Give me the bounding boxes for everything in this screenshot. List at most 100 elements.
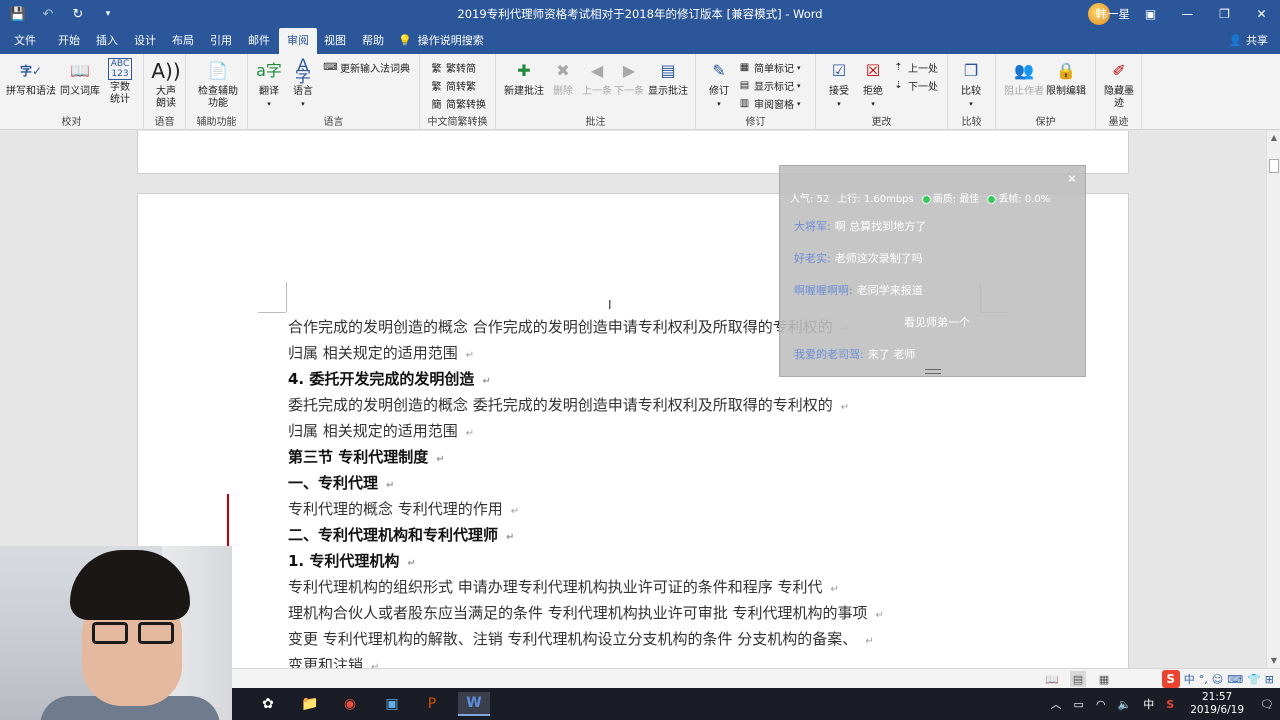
ime-toolbar[interactable]: S 中 °, ☺ ⌨ 👕 ⊞ bbox=[1161, 669, 1280, 689]
block-authors-button[interactable]: 👥 阻止作者 bbox=[1004, 58, 1044, 98]
scroll-up-icon[interactable]: ▲ bbox=[1267, 131, 1280, 145]
ime-indicator[interactable]: 中 bbox=[1143, 696, 1154, 712]
heading[interactable]: 一、专利代理 ↵ bbox=[288, 470, 1008, 496]
track-changes-button[interactable]: ✎ 修订 ▾ bbox=[706, 58, 732, 110]
clock[interactable]: 21:57 2019/6/19 bbox=[1190, 691, 1244, 717]
paragraph[interactable]: 专利代理机构的组织形式 申请办理专利代理机构执业许可证的条件和程序 专利代 ↵ bbox=[288, 574, 1008, 600]
reviewing-pane-button[interactable]: ▥ 审阅窗格 ▾ bbox=[738, 96, 801, 111]
language-icon: A字 bbox=[294, 55, 311, 86]
show-comments-button[interactable]: ▤ 显示批注 bbox=[648, 58, 688, 98]
new-comment-button[interactable]: ✚ 新建批注 bbox=[504, 58, 544, 98]
share-button[interactable]: 👤 共享 bbox=[1229, 28, 1268, 54]
paragraph[interactable]: 专利代理的概念 专利代理的作用 ↵ bbox=[288, 496, 1008, 522]
previous-comment-button[interactable]: ◀ 上一条 bbox=[582, 58, 612, 98]
paragraph[interactable]: 委托完成的发明创造的概念 委托完成的发明创造申请专利权利及所取得的专利权的 ↵ bbox=[288, 392, 1008, 418]
tab-help[interactable]: 帮助 bbox=[354, 28, 392, 54]
spelling-grammar-button[interactable]: 字✓ 拼写和语法 bbox=[6, 58, 56, 98]
tab-insert[interactable]: 插入 bbox=[88, 28, 126, 54]
close-icon[interactable]: ✕ bbox=[1243, 0, 1280, 28]
accept-icon: ☑ bbox=[831, 61, 847, 80]
webcam-feed bbox=[0, 546, 232, 720]
photos-icon[interactable]: ▣ bbox=[376, 692, 408, 716]
translate-button[interactable]: a字 翻译 ▾ bbox=[256, 58, 282, 110]
paragraph-mark: ↵ bbox=[465, 350, 475, 361]
thesaurus-button[interactable]: 📖 同义词库 bbox=[60, 58, 100, 98]
chevron-up-icon[interactable]: ︿ bbox=[1051, 696, 1062, 712]
word-icon[interactable]: W bbox=[458, 692, 490, 716]
resize-grip-icon[interactable] bbox=[925, 369, 941, 374]
live-stream-overlay[interactable]: ✕ 人气: 52 上行: 1.60mbps 画质: 最佳 丢帧: 0.0% 大将… bbox=[779, 165, 1086, 377]
scroll-thumb[interactable] bbox=[1269, 159, 1279, 173]
paragraph[interactable]: 归属 相关规定的适用范围 ↵ bbox=[288, 418, 1008, 444]
paragraph[interactable]: 理机构合伙人或者股东应当满足的条件 专利代理机构执业许可审批 专利代理机构的事项… bbox=[288, 600, 1008, 626]
word-count-button[interactable]: ABC 123 字数统计 bbox=[106, 58, 134, 106]
update-ime-dictionary-button[interactable]: ⌨ 更新输入法词典 bbox=[323, 60, 410, 75]
language-button[interactable]: A字 语言 ▾ bbox=[290, 55, 316, 110]
restore-icon[interactable]: ❐ bbox=[1206, 0, 1243, 28]
print-layout-icon[interactable]: ▤ bbox=[1070, 671, 1086, 687]
toolbox-icon[interactable]: ⊞ bbox=[1265, 673, 1274, 686]
trad-to-simp-button[interactable]: 繁 繁转简 bbox=[430, 60, 477, 75]
paragraph[interactable]: 变更和注销 ↵ bbox=[288, 652, 1008, 668]
group-tracking: ✎ 修订 ▾ ▦ 简单标记 ▾ ▤ 显示标记 ▾ ▥ 审阅窗格 ▾ 修订 bbox=[696, 54, 816, 130]
delete-comment-button[interactable]: ✖ 删除 bbox=[550, 58, 576, 98]
check-accessibility-button[interactable]: 📄 检查辅助功能 bbox=[196, 58, 240, 110]
simp-to-trad-button[interactable]: 繁 简转繁 bbox=[430, 78, 477, 93]
tab-home[interactable]: 开始 bbox=[50, 28, 88, 54]
tell-me-search[interactable]: 💡 操作说明搜索 bbox=[398, 28, 484, 54]
label: 拼写和语法 bbox=[6, 86, 56, 97]
volume-icon[interactable]: 🔈 bbox=[1118, 698, 1132, 711]
delete-comment-icon: ✖ bbox=[556, 61, 570, 80]
hide-ink-button[interactable]: ✐ 隐藏墨迹 bbox=[1102, 58, 1136, 110]
tab-layout[interactable]: 布局 bbox=[164, 28, 202, 54]
heading[interactable]: 二、专利代理机构和专利代理师 ↵ bbox=[288, 522, 1008, 548]
show-markup-button[interactable]: ▤ 显示标记 ▾ bbox=[738, 78, 801, 93]
group-protect: 👥 阻止作者 🔒 限制编辑 保护 bbox=[996, 54, 1096, 130]
keyboard-icon[interactable]: ⌨ bbox=[1227, 673, 1243, 686]
sogou-tray-icon[interactable]: S bbox=[1166, 698, 1174, 711]
web-layout-icon[interactable]: ▦ bbox=[1096, 671, 1112, 687]
label: 隐藏墨迹 bbox=[1104, 86, 1134, 109]
notification-icon[interactable]: 🗨 bbox=[1260, 698, 1274, 711]
skin-icon[interactable]: 👕 bbox=[1247, 673, 1261, 686]
emoji-icon[interactable]: ☺ bbox=[1212, 673, 1223, 686]
tab-view[interactable]: 视图 bbox=[316, 28, 354, 54]
tab-references[interactable]: 引用 bbox=[202, 28, 240, 54]
vertical-scrollbar[interactable]: ▲ ▼ bbox=[1266, 131, 1280, 668]
restrict-editing-button[interactable]: 🔒 限制编辑 bbox=[1046, 58, 1086, 98]
file-explorer-icon[interactable]: 📁 bbox=[294, 692, 326, 716]
close-icon[interactable]: ✕ bbox=[1067, 172, 1077, 186]
next-change-button[interactable]: ⇣ 下一处 bbox=[892, 78, 938, 93]
dropdown-arrow-icon: ▾ bbox=[797, 81, 801, 90]
user-name[interactable]: 韩一星 bbox=[1096, 6, 1131, 22]
heading[interactable]: 第三节 专利代理制度 ↵ bbox=[288, 444, 1008, 470]
minimize-icon[interactable]: — bbox=[1169, 0, 1206, 28]
previous-change-button[interactable]: ⇡ 上一处 bbox=[892, 60, 938, 75]
settings-flower-icon[interactable]: ✿ bbox=[252, 692, 284, 716]
conversion-button[interactable]: 簡 简繁转换 bbox=[430, 96, 487, 111]
battery-icon[interactable]: ▭ bbox=[1074, 698, 1084, 711]
loss-text: 丢帧: 0.0% bbox=[998, 194, 1051, 205]
label: 新建批注 bbox=[504, 86, 544, 97]
tab-mailings[interactable]: 邮件 bbox=[240, 28, 278, 54]
accept-button[interactable]: ☑ 接受 ▾ bbox=[826, 58, 852, 110]
powerpoint-icon[interactable]: P bbox=[416, 692, 448, 716]
next-comment-button[interactable]: ▶ 下一条 bbox=[614, 58, 644, 98]
scroll-down-icon[interactable]: ▼ bbox=[1267, 654, 1280, 668]
read-aloud-button[interactable]: A)) 大声朗读 bbox=[151, 58, 180, 110]
ribbon-display-icon[interactable]: ▣ bbox=[1132, 0, 1169, 28]
tab-file[interactable]: 文件 bbox=[6, 28, 44, 54]
tab-design[interactable]: 设计 bbox=[126, 28, 164, 54]
tab-review[interactable]: 审阅 bbox=[279, 28, 317, 54]
paragraph-mark: ↵ bbox=[875, 610, 884, 621]
reject-button[interactable]: ☒ 拒绝 ▾ bbox=[860, 58, 886, 110]
compare-button[interactable]: ❐ 比较 ▾ bbox=[958, 58, 984, 110]
markup-view-select[interactable]: ▦ 简单标记 ▾ bbox=[738, 60, 801, 75]
heading[interactable]: 1. 专利代理机构 ↵ bbox=[288, 548, 1008, 574]
ime-language[interactable]: 中 bbox=[1184, 671, 1195, 687]
read-mode-icon[interactable]: 📖 bbox=[1044, 671, 1060, 687]
punctuation-icon[interactable]: °, bbox=[1199, 673, 1208, 686]
chrome-icon[interactable]: ◉ bbox=[334, 692, 366, 716]
wifi-icon[interactable]: ◠ bbox=[1096, 698, 1106, 711]
paragraph[interactable]: 变更 专利代理机构的解散、注销 专利代理机构设立分支机构的条件 分支机构的备案、… bbox=[288, 626, 1008, 652]
